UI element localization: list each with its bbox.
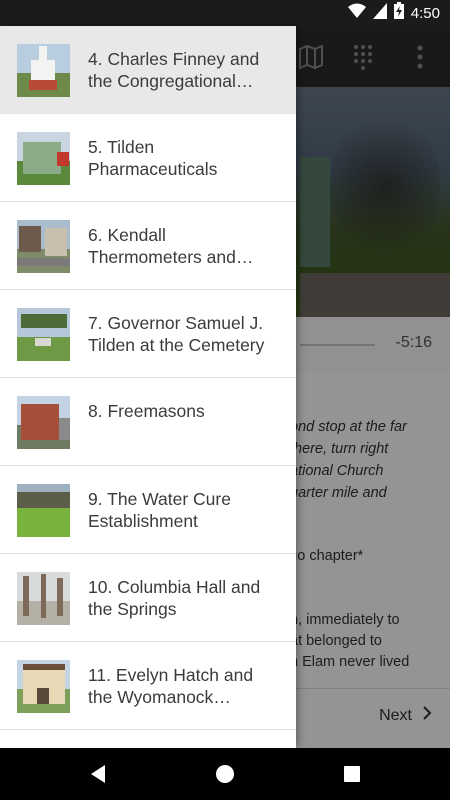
- drawer-item-stop-10[interactable]: 10. Columbia Hall and the Springs: [0, 554, 296, 642]
- drawer-item-stop-11[interactable]: 11. Evelyn Hatch and the Wyomanock Semin…: [0, 642, 296, 730]
- drawer-item-title: 5. Tilden Pharmaceuticals: [88, 137, 218, 179]
- drawer-item-title: 4. Charles Finney and the Congregational…: [88, 49, 260, 91]
- victorian-house-thumbnail: [17, 660, 70, 713]
- winter-trees-thumbnail: [17, 572, 70, 625]
- stops-drawer: 4. Charles Finney and the Congregational…: [0, 26, 296, 748]
- drawer-item-title: 9. The Water Cure Establishment: [88, 489, 231, 531]
- back-icon[interactable]: [86, 762, 110, 786]
- battery-charging-icon: [393, 2, 404, 24]
- drawer-item-stop-4[interactable]: 4. Charles Finney and the Congregational…: [0, 26, 296, 114]
- drawer-item-stop-9[interactable]: 9. The Water Cure Establishment: [0, 466, 296, 554]
- drawer-item-stop-5[interactable]: 5. Tilden Pharmaceuticals: [0, 114, 296, 202]
- recents-icon[interactable]: [340, 762, 364, 786]
- status-time: 4:50: [410, 4, 440, 22]
- drawer-item-title: 7. Governor Samuel J. Tilden at the Ceme…: [88, 313, 265, 355]
- home-icon[interactable]: [213, 762, 237, 786]
- drawer-item-stop-6[interactable]: 6. Kendall Thermometers and Kinderhook: [0, 202, 296, 290]
- wifi-icon: [347, 3, 366, 24]
- system-navigation-bar: [0, 748, 450, 800]
- street-thumbnail: [17, 220, 70, 273]
- drawer-item-title: 8. Freemasons: [88, 401, 205, 421]
- drawer-item-title: 6. Kendall Thermometers and Kinderhook: [88, 225, 236, 267]
- brick-building-thumbnail: [17, 396, 70, 449]
- drawer-item-title: 10. Columbia Hall and the Springs: [88, 577, 261, 619]
- cell-signal-icon: [372, 2, 387, 24]
- field-thumbnail: [17, 484, 70, 537]
- status-icons: 4:50: [347, 2, 440, 24]
- drawer-item-stop-7[interactable]: 7. Governor Samuel J. Tilden at the Ceme…: [0, 290, 296, 378]
- green-house-thumbnail: [17, 132, 70, 185]
- drawer-item-stop-8[interactable]: 8. Freemasons: [0, 378, 296, 466]
- cemetery-thumbnail: [17, 308, 70, 361]
- status-bar: 4:50: [0, 0, 450, 26]
- church-thumbnail: [17, 44, 70, 97]
- drawer-item-title: 11. Evelyn Hatch and the Wyomanock Semin…: [88, 665, 254, 707]
